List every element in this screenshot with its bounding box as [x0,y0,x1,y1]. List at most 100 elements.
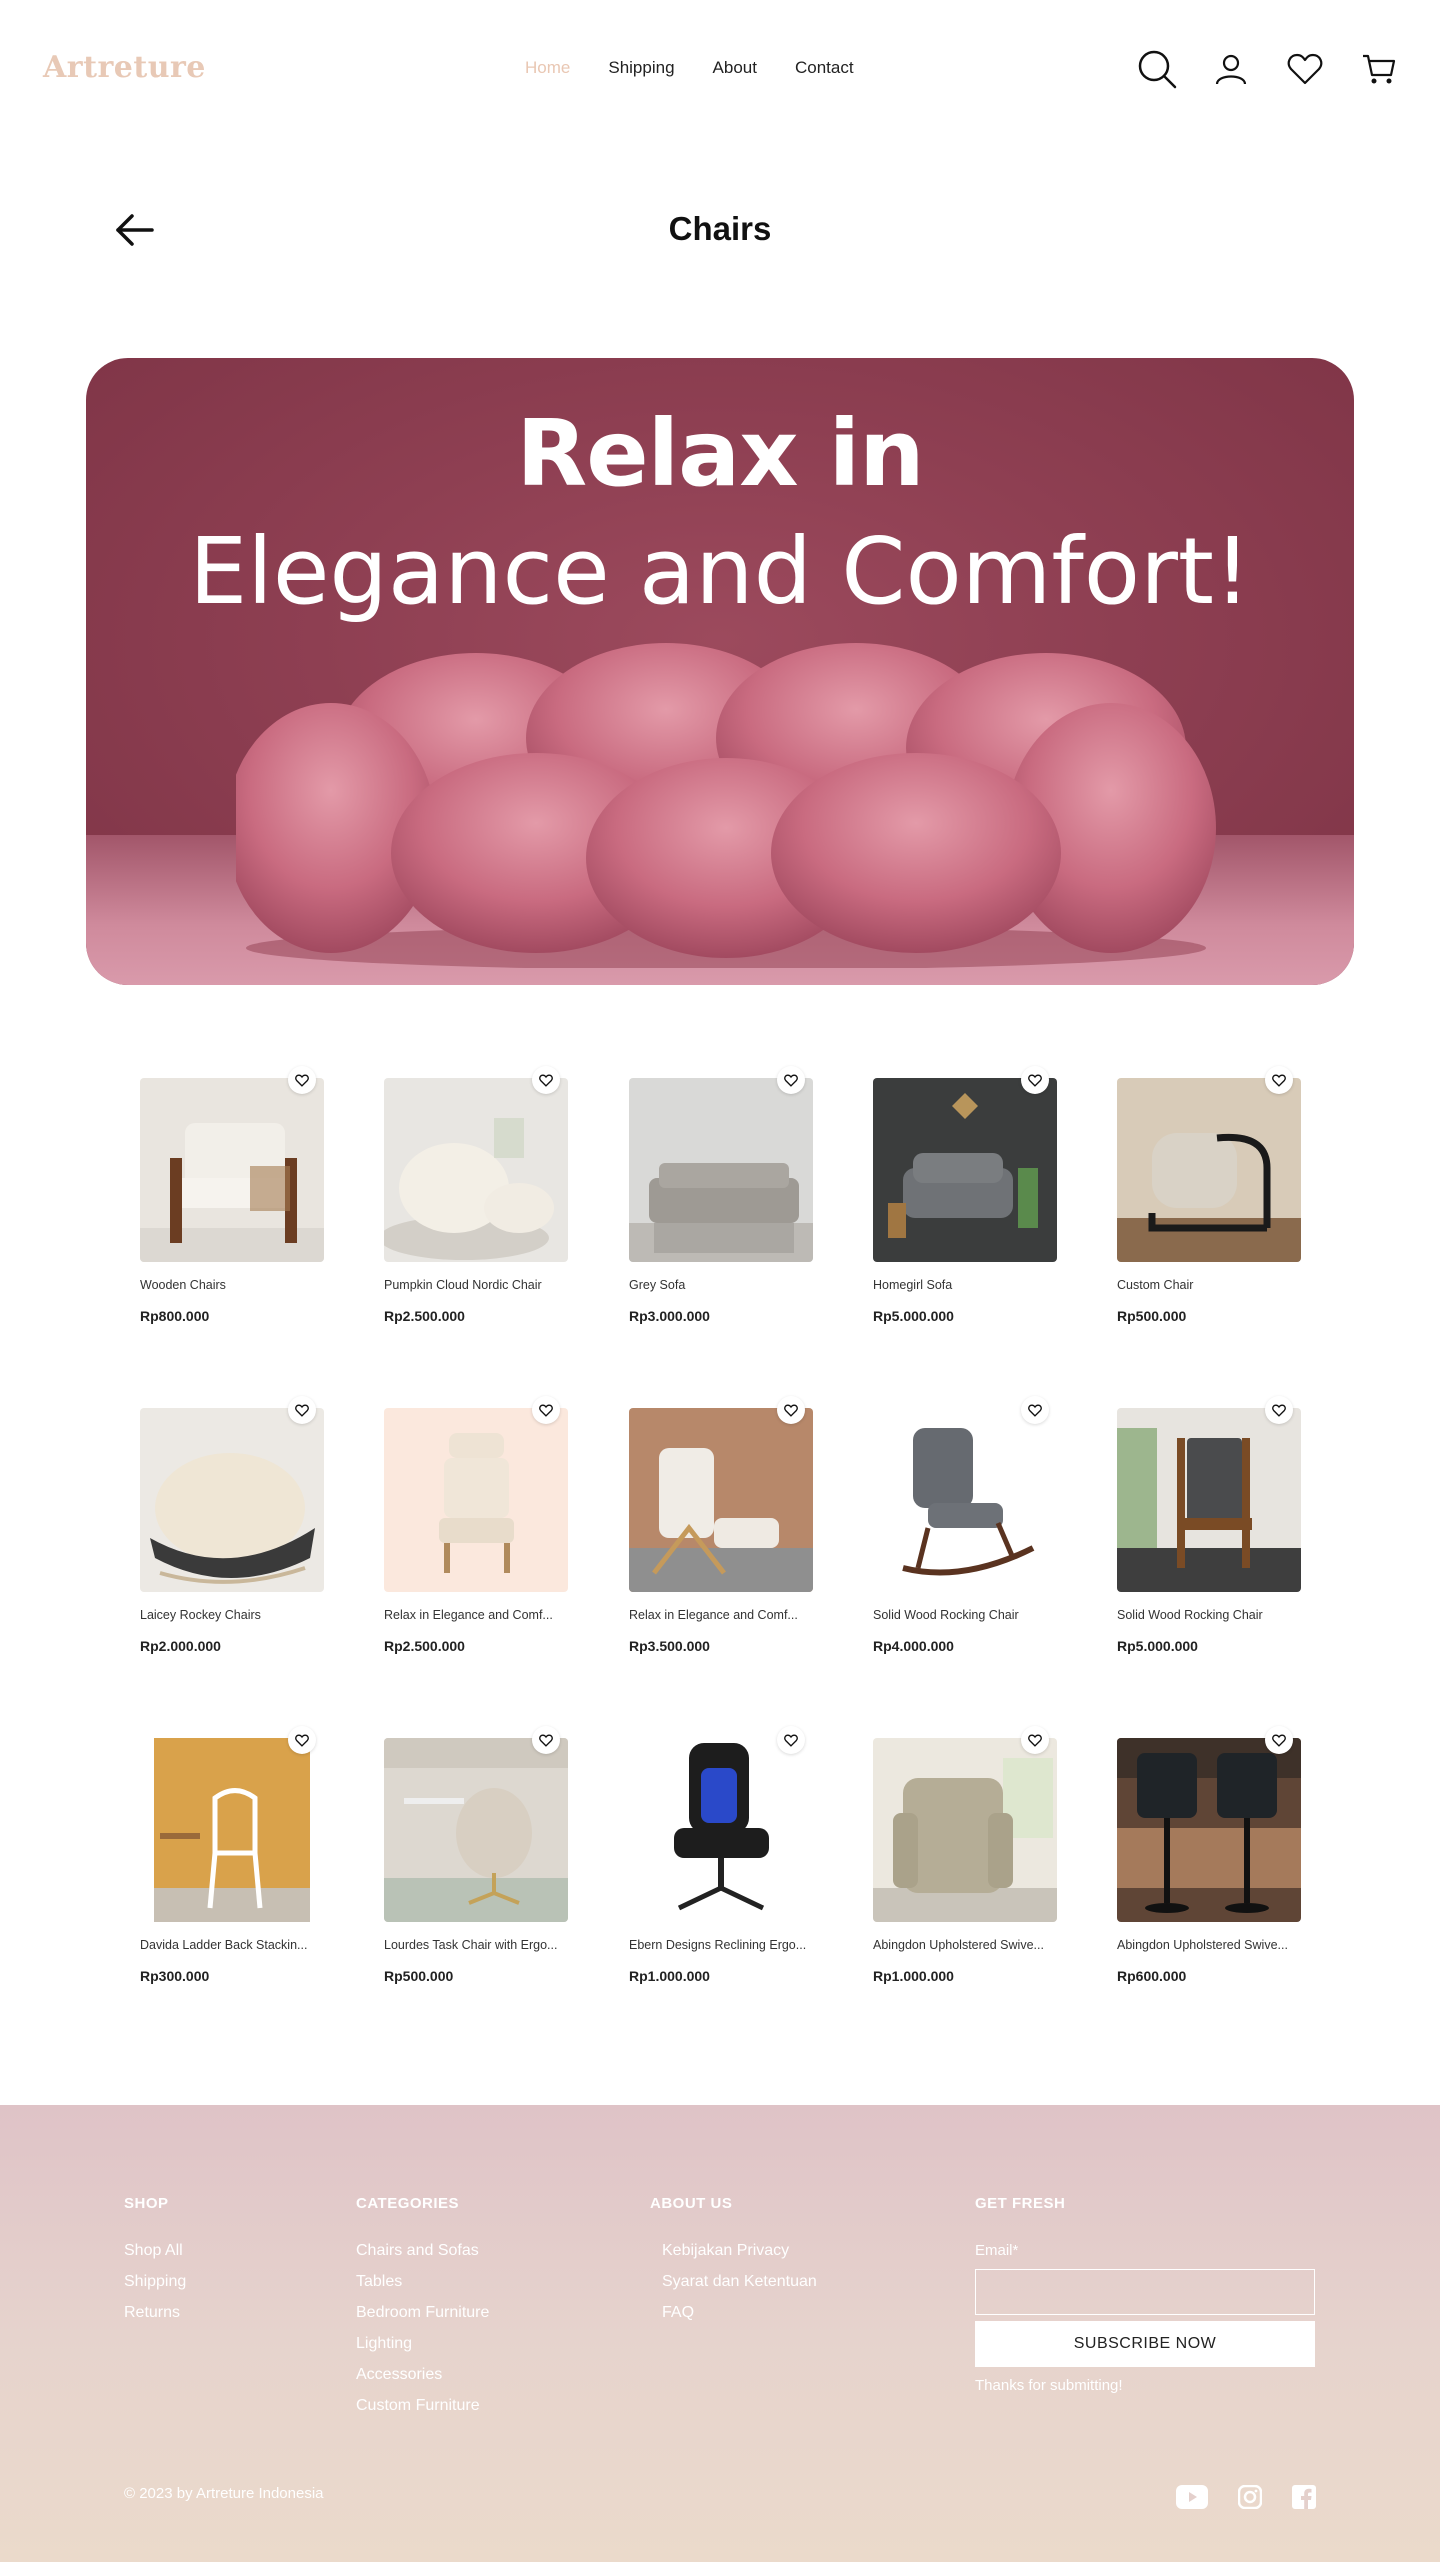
footer-link[interactable]: Returns [124,2304,186,2322]
footer-link[interactable]: Bedroom Furniture [356,2304,489,2322]
product-card[interactable]: Ebern Designs Reclining Ergo... Rp1.000.… [629,1726,813,1984]
favorite-heart-icon[interactable] [532,1396,560,1424]
favorite-heart-icon[interactable] [777,1726,805,1754]
hero-fluffy-sofa-image [236,643,1216,968]
favorite-heart-icon[interactable] [777,1396,805,1424]
favorite-heart-icon[interactable] [1021,1396,1049,1424]
user-icon[interactable] [1210,48,1252,90]
footer-link[interactable]: Accessories [356,2366,489,2384]
hero-headline-line1: Relax in [516,400,924,507]
footer-link[interactable]: Chairs and Sofas [356,2242,489,2260]
favorite-heart-icon[interactable] [532,1726,560,1754]
favorite-heart-icon[interactable] [1021,1726,1049,1754]
product-name: Laicey Rockey Chairs [140,1608,261,1622]
product-name: Grey Sofa [629,1278,686,1292]
product-card[interactable]: Laicey Rockey Chairs Rp2.000.000 [140,1396,324,1654]
product-card[interactable]: Abingdon Upholstered Swive... Rp600.000 [1117,1726,1301,1984]
site-header: Artreture Home Shipping About Contact [0,0,1440,140]
footer-link[interactable]: Syarat dan Ketentuan [662,2273,817,2291]
product-card[interactable]: Lourdes Task Chair with Ergo... Rp500.00… [384,1726,568,1984]
product-card[interactable]: Pumpkin Cloud Nordic Chair Rp2.500.000 [384,1066,568,1324]
product-card[interactable]: Abingdon Upholstered Swive... Rp1.000.00… [873,1726,1057,1984]
footer-link[interactable]: Tables [356,2273,489,2291]
product-price: Rp800.000 [140,1308,210,1324]
logo[interactable]: Artreture [43,50,206,85]
favorite-heart-icon[interactable] [288,1066,316,1094]
copyright: © 2023 by Artreture Indonesia [124,2485,324,2502]
favorite-heart-icon[interactable] [1021,1066,1049,1094]
nav-home[interactable]: Home [525,58,570,78]
product-image[interactable] [629,1738,813,1922]
product-name: Lourdes Task Chair with Ergo... [384,1938,558,1952]
instagram-icon[interactable] [1237,2484,1263,2514]
product-name: Abingdon Upholstered Swive... [1117,1938,1288,1952]
product-image[interactable] [629,1408,813,1592]
product-image[interactable] [873,1738,1057,1922]
footer-about-column: ABOUT US Kebijakan Privacy Syarat dan Ke… [650,2195,817,2335]
footer-heading: GET FRESH [975,2195,1066,2212]
site-footer: SHOP Shop All Shipping Returns CATEGORIE… [0,2105,1440,2562]
favorite-heart-icon[interactable] [1265,1726,1293,1754]
product-price: Rp2.000.000 [140,1638,221,1654]
product-card[interactable]: Homegirl Sofa Rp5.000.000 [873,1066,1057,1324]
footer-link[interactable]: Lighting [356,2335,489,2353]
footer-heading: ABOUT US [650,2195,733,2212]
nav-contact[interactable]: Contact [795,58,854,78]
footer-link[interactable]: Shipping [124,2273,186,2291]
main-nav: Home Shipping About Contact [525,58,892,78]
product-image[interactable] [384,1408,568,1592]
nav-shipping[interactable]: Shipping [608,58,674,78]
product-card[interactable]: Grey Sofa Rp3.000.000 [629,1066,813,1324]
product-image[interactable] [873,1078,1057,1262]
product-card[interactable]: Relax in Elegance and Comf... Rp2.500.00… [384,1396,568,1654]
product-image[interactable] [384,1078,568,1262]
product-card[interactable]: Relax in Elegance and Comf... Rp3.500.00… [629,1396,813,1654]
product-card[interactable]: Solid Wood Rocking Chair Rp5.000.000 [1117,1396,1301,1654]
product-card[interactable]: Custom Chair Rp500.000 [1117,1066,1301,1324]
favorite-heart-icon[interactable] [288,1726,316,1754]
facebook-icon[interactable] [1292,2485,1316,2514]
product-image[interactable] [1117,1738,1301,1922]
product-image[interactable] [1117,1408,1301,1592]
product-card[interactable]: Solid Wood Rocking Chair Rp4.000.000 [873,1396,1057,1654]
product-card[interactable]: Davida Ladder Back Stackin... Rp300.000 [140,1726,324,1984]
footer-link[interactable]: Shop All [124,2242,186,2260]
footer-newsletter-column: GET FRESH Email* SUBSCRIBE NOW Thanks fo… [975,2195,1315,2394]
heart-icon[interactable] [1284,48,1326,90]
footer-link[interactable]: Custom Furniture [356,2397,489,2415]
product-card[interactable]: Wooden Chairs Rp800.000 [140,1066,324,1324]
email-field[interactable] [975,2269,1315,2315]
product-image[interactable] [140,1408,324,1592]
email-label: Email* [975,2242,1019,2259]
youtube-icon[interactable] [1176,2485,1208,2514]
footer-link[interactable]: FAQ [662,2304,817,2322]
product-image[interactable] [140,1738,324,1922]
favorite-heart-icon[interactable] [288,1396,316,1424]
footer-link[interactable]: Kebijakan Privacy [662,2242,817,2260]
product-price: Rp600.000 [1117,1968,1187,1984]
nav-about[interactable]: About [713,58,757,78]
product-image[interactable] [384,1738,568,1922]
product-name: Solid Wood Rocking Chair [873,1608,1019,1622]
footer-shop-column: SHOP Shop All Shipping Returns [124,2195,186,2335]
product-name: Homegirl Sofa [873,1278,953,1292]
social-links [1176,2484,1316,2514]
product-name: Davida Ladder Back Stackin... [140,1938,308,1952]
product-image[interactable] [140,1078,324,1262]
product-image[interactable] [1117,1078,1301,1262]
favorite-heart-icon[interactable] [1265,1396,1293,1424]
product-price: Rp5.000.000 [1117,1638,1198,1654]
product-name: Solid Wood Rocking Chair [1117,1608,1263,1622]
cart-icon[interactable] [1358,48,1400,90]
product-price: Rp3.000.000 [629,1308,710,1324]
subscribe-button[interactable]: SUBSCRIBE NOW [975,2321,1315,2367]
footer-heading: CATEGORIES [356,2195,460,2212]
product-image[interactable] [629,1078,813,1262]
product-price: Rp2.500.000 [384,1638,465,1654]
product-image[interactable] [873,1408,1057,1592]
favorite-heart-icon[interactable] [532,1066,560,1094]
favorite-heart-icon[interactable] [777,1066,805,1094]
search-icon[interactable] [1136,48,1178,90]
product-price: Rp2.500.000 [384,1308,465,1324]
favorite-heart-icon[interactable] [1265,1066,1293,1094]
